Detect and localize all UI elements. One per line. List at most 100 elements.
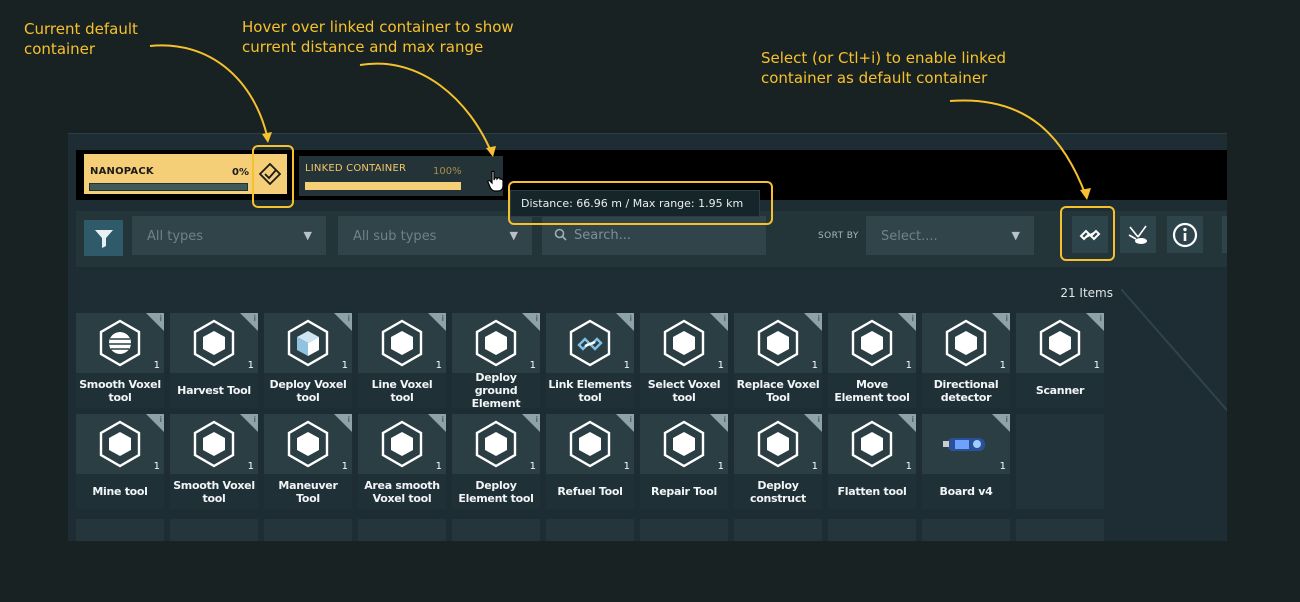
item-tier-badge: i	[334, 414, 352, 432]
sort-select[interactable]: Select.... ▼	[866, 216, 1034, 255]
empty-slot[interactable]	[76, 519, 164, 541]
overflow-button[interactable]	[1222, 216, 1227, 253]
inventory-item[interactable]: i 1 Repair Tool	[640, 414, 728, 509]
item-name: Repair Tool	[640, 474, 728, 509]
item-grid-row3	[76, 519, 1104, 541]
item-name: Smooth Voxel tool	[170, 474, 258, 509]
item-name: Smooth Voxel tool	[76, 373, 164, 408]
inventory-item[interactable]: i 1 Board v4	[922, 414, 1010, 509]
item-quantity: 1	[999, 360, 1006, 371]
item-tier-badge: i	[240, 414, 258, 432]
inventory-item[interactable]: i 1 Maneuver Tool	[264, 414, 352, 509]
item-quantity: 1	[529, 360, 536, 371]
item-tier-badge: i	[522, 414, 540, 432]
inventory-item[interactable]: i 1 Deploy construct	[734, 414, 822, 509]
inventory-item[interactable]: i 1 Mine tool	[76, 414, 164, 509]
inventory-item[interactable]: i 1 Smooth Voxel tool	[76, 313, 164, 408]
filter-button[interactable]	[84, 220, 123, 256]
empty-slot[interactable]	[734, 519, 822, 541]
sort-by-label: SORT BY	[818, 231, 859, 241]
annotation-select-enable: Select (or Ctl+i) to enable linked conta…	[761, 49, 1007, 87]
inventory-item[interactable]: i 1 Refuel Tool	[546, 414, 634, 509]
inventory-item[interactable]: i 1 Select Voxel tool	[640, 313, 728, 408]
item-quantity: 1	[905, 360, 912, 371]
item-quantity: 1	[999, 461, 1006, 472]
item-name: Deploy Voxel tool	[264, 373, 352, 408]
inventory-item[interactable]: i 1 Deploy Element tool	[452, 414, 540, 509]
subtypes-select[interactable]: All sub types ▼	[338, 216, 532, 255]
item-tier-badge: i	[428, 414, 446, 432]
highlight-default-icon	[252, 145, 294, 208]
item-tier-badge: i	[898, 414, 916, 432]
inventory-item[interactable]: i 1 Deploy Voxel tool	[264, 313, 352, 408]
empty-slot[interactable]	[922, 519, 1010, 541]
item-name: Directional detector	[922, 373, 1010, 408]
item-name: Replace Voxel Tool	[734, 373, 822, 408]
annotation-hover-linked: Hover over linked container to show curr…	[242, 18, 514, 56]
nanopack-container[interactable]: NANOPACK 0%	[84, 154, 253, 194]
hand-cursor-icon	[487, 170, 504, 192]
search-placeholder: Search...	[574, 228, 632, 243]
item-name: Flatten tool	[828, 474, 916, 509]
funnel-icon	[94, 230, 113, 248]
linked-fill-level	[305, 182, 461, 190]
inventory-item[interactable]: i 1 Area smooth Voxel tool	[358, 414, 446, 509]
nanopack-fill-bar	[89, 183, 248, 191]
inventory-item[interactable]: i 1 Harvest Tool	[170, 313, 258, 408]
item-quantity: 1	[435, 461, 442, 472]
empty-slot[interactable]	[1016, 414, 1104, 509]
item-tier-badge: i	[522, 313, 540, 331]
highlight-tooltip	[508, 181, 773, 225]
empty-slot[interactable]	[1016, 519, 1104, 541]
sort-select-value: Select....	[881, 229, 938, 244]
item-name: Harvest Tool	[170, 373, 258, 408]
item-tier-badge: i	[616, 414, 634, 432]
nanopack-label: NANOPACK	[90, 166, 154, 177]
inventory-item[interactable]: i 1 Line Voxel tool	[358, 313, 446, 408]
inventory-item[interactable]: i 1 Move Element tool	[828, 313, 916, 408]
item-quantity: 1	[623, 461, 630, 472]
chevron-down-icon: ▼	[303, 229, 312, 242]
subtypes-select-value: All sub types	[353, 229, 437, 244]
item-tier-badge: i	[146, 313, 164, 331]
info-icon	[1172, 222, 1198, 247]
item-quantity: 1	[717, 360, 724, 371]
empty-slot[interactable]	[358, 519, 446, 541]
info-button[interactable]	[1167, 216, 1203, 253]
types-select[interactable]: All types ▼	[132, 216, 326, 255]
item-name: Mine tool	[76, 474, 164, 509]
highlight-toggle-button	[1060, 206, 1115, 261]
chevron-down-icon: ▼	[509, 229, 518, 242]
search-icon	[554, 228, 567, 241]
inventory-item[interactable]: i 1 Deploy ground Element	[452, 313, 540, 410]
linked-fill-bar	[305, 182, 461, 190]
item-quantity: 1	[247, 360, 254, 371]
empty-slot[interactable]	[170, 519, 258, 541]
inventory-item[interactable]: i 1 Replace Voxel Tool	[734, 313, 822, 408]
item-quantity: 1	[153, 461, 160, 472]
linked-container[interactable]: LINKED CONTAINER 100%	[299, 156, 503, 196]
harvest-button[interactable]	[1120, 216, 1156, 253]
item-tier-badge: i	[992, 313, 1010, 331]
item-grid: i 1 Smooth Voxel tool i 1 Harvest Tool i 1 Deplo…	[76, 313, 1104, 509]
item-name: Deploy construct	[734, 474, 822, 509]
empty-slot[interactable]	[546, 519, 634, 541]
item-tier-badge: i	[1086, 313, 1104, 331]
linked-percent: 100%	[433, 166, 462, 177]
inventory-item[interactable]: i 1 Directional detector	[922, 313, 1010, 408]
panel-divider-line	[1121, 289, 1227, 412]
inventory-item[interactable]: i 1 Scanner	[1016, 313, 1104, 408]
inventory-item[interactable]: i 1 Smooth Voxel tool	[170, 414, 258, 509]
item-tier-badge: i	[898, 313, 916, 331]
item-tier-badge: i	[240, 313, 258, 331]
item-name: Deploy Element tool	[452, 474, 540, 509]
inventory-item[interactable]: i 1 Flatten tool	[828, 414, 916, 509]
empty-slot[interactable]	[640, 519, 728, 541]
item-name: Refuel Tool	[546, 474, 634, 509]
empty-slot[interactable]	[828, 519, 916, 541]
empty-slot[interactable]	[452, 519, 540, 541]
item-quantity: 1	[1093, 360, 1100, 371]
item-tier-badge: i	[710, 414, 728, 432]
inventory-item[interactable]: i 1 Link Elements tool	[546, 313, 634, 408]
empty-slot[interactable]	[264, 519, 352, 541]
